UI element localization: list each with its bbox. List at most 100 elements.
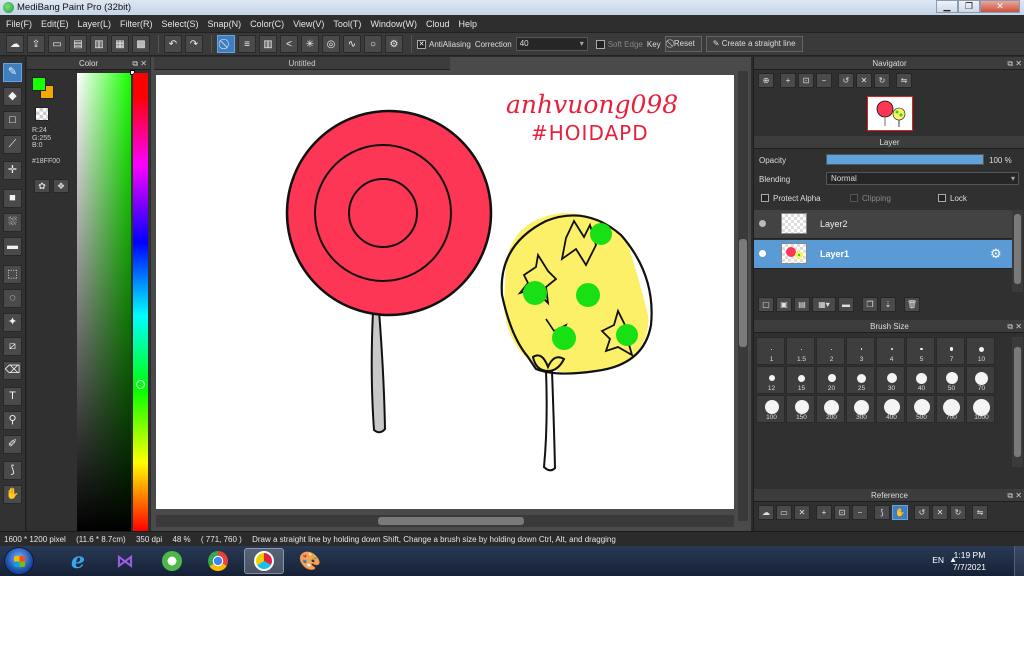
antialiasing-checkbox[interactable]: ✕ [417,39,426,49]
navigator-close-icon[interactable]: ⧉ ✕ [1007,57,1022,70]
lock-checkbox[interactable] [938,194,946,202]
brush-tool-icon[interactable]: ✎ [3,63,22,82]
brush-size-cell[interactable]: 20 [816,366,845,394]
line-brush-tool-icon[interactable]: ⟋ [3,135,22,154]
panel-close-icon[interactable]: ⧉ ✕ [132,57,147,70]
close-button[interactable]: ✕ [980,0,1020,13]
reference-open-icon[interactable]: ▭ [776,505,792,520]
brush-size-cell[interactable]: 700 [936,395,965,423]
reference-fit-icon[interactable]: ⊡ [834,505,850,520]
select-tool-icon[interactable]: ⬚ [3,265,22,284]
reference-close-image-icon[interactable]: ✕ [794,505,810,520]
vertical-scroll-thumb[interactable] [739,239,747,347]
start-button[interactable] [4,547,34,575]
brush-size-cell[interactable]: 70 [966,366,995,394]
foreground-color-swatch[interactable] [32,77,46,91]
move-tool-icon[interactable]: ✛ [3,161,22,180]
clipping-checkbox[interactable] [850,194,858,202]
brush-size-cell[interactable]: 300 [846,395,875,423]
internet-explorer-icon[interactable]: e [58,548,98,574]
brush-size-cell[interactable]: 1 [756,337,785,365]
maximize-button[interactable]: ❐ [958,0,980,13]
coccoc-browser-icon[interactable] [152,548,192,574]
protect-alpha-checkbox[interactable] [761,194,769,202]
minimize-button[interactable]: ▁ [936,0,958,13]
merge-down-icon[interactable]: ⇣ [880,297,896,312]
brush-size-cell[interactable]: 25 [846,366,875,394]
page-list-icon[interactable]: ▦ [111,35,129,53]
reference-zoom-out-icon[interactable]: − [852,505,868,520]
brush-size-cell[interactable]: 5 [906,337,935,365]
brush-size-scrollbar[interactable] [1012,337,1023,467]
palette-icon[interactable]: ✿ [34,179,50,193]
menu-view[interactable]: View(V) [291,19,331,29]
reference-rotate-reset-icon[interactable]: ✕ [932,505,948,520]
lasso-tool-icon[interactable]: ◌ [3,289,22,308]
brush-size-cell[interactable]: 40 [906,366,935,394]
soft-edge-checkbox[interactable] [595,39,605,49]
menu-tool[interactable]: Tool(T) [331,19,368,29]
menu-color[interactable]: Color(C) [248,19,291,29]
layer-row[interactable]: Layer2 [754,210,1012,239]
vanishing-point-icon[interactable]: < [280,35,298,53]
page-icon[interactable]: ▥ [90,35,108,53]
language-indicator[interactable]: EN [932,555,944,565]
brush-size-cell[interactable]: 50 [936,366,965,394]
new-halftone-layer-icon[interactable]: ▣ [776,297,792,312]
menu-layer[interactable]: Layer(L) [76,19,119,29]
medibang-taskbar-icon[interactable] [244,548,284,574]
bucket-tool-icon[interactable]: ⛆ [3,213,22,232]
circle-snap-icon[interactable]: ○ [364,35,382,53]
add-layer-menu-icon[interactable]: ▦▾ [812,297,836,312]
hand-tool-icon[interactable]: ✋ [3,485,22,504]
brush-size-cell[interactable]: 10 [966,337,995,365]
zoom-actual-icon[interactable]: ⊡ [798,73,814,88]
new-folder-icon[interactable]: ▬ [838,297,854,312]
rotate-reset-icon[interactable]: ✕ [856,73,872,88]
new-layer-icon[interactable]: ▢ [758,297,774,312]
brush-size-cell[interactable]: 12 [756,366,785,394]
radial-snap-icon[interactable]: ✳ [301,35,319,53]
curve-snap-icon[interactable]: ∿ [343,35,361,53]
dot-tool-icon[interactable]: □ [3,111,22,130]
brush-size-cell[interactable]: 200 [816,395,845,423]
brush-size-cell[interactable]: 2 [816,337,845,365]
zoom-out-icon[interactable]: − [816,73,832,88]
layer-scroll-thumb[interactable] [1014,214,1021,284]
magic-wand-tool-icon[interactable]: ✦ [3,313,22,332]
share-icon[interactable]: ⇪ [27,35,45,53]
system-clock[interactable]: 1:19 PM 7/7/2021 [953,549,986,573]
layer-settings-icon[interactable]: ⚙ [990,246,1002,262]
menu-snap[interactable]: Snap(N) [206,19,249,29]
flip-horizontal-icon[interactable]: ⇋ [896,73,912,88]
brush-size-cell[interactable]: 7 [936,337,965,365]
show-desktop-button[interactable] [1014,546,1024,576]
new-8bit-layer-icon[interactable]: ▤ [794,297,810,312]
undo-icon[interactable]: ↶ [164,35,182,53]
canvas-horizontal-scrollbar[interactable] [156,515,734,527]
navigator-preview[interactable] [867,96,913,131]
comment-icon[interactable]: ▭ [48,35,66,53]
document-tab[interactable]: Untitled [154,57,450,70]
brush-size-cell[interactable]: 4 [876,337,905,365]
paint-icon[interactable]: 🎨 [290,548,330,574]
brush-size-cell[interactable]: 150 [786,395,815,423]
menu-filter[interactable]: Filter(R) [118,19,160,29]
select-eraser-tool-icon[interactable]: ⌫ [3,361,22,380]
cross-snap-icon[interactable]: ▥ [259,35,277,53]
grid-icon[interactable]: ▩ [132,35,150,53]
eraser-tool-icon[interactable]: ◆ [3,87,22,106]
menu-file[interactable]: File(F) [4,19,39,29]
visibility-icon[interactable] [759,220,766,227]
layer-scrollbar[interactable] [1012,210,1023,292]
menu-select[interactable]: Select(S) [160,19,206,29]
eyedropper-tool-icon[interactable]: ⟆ [3,461,22,480]
reference-eyedropper-icon[interactable]: ⟆ [874,505,890,520]
reference-close-icon[interactable]: ⧉ ✕ [1007,489,1022,502]
canvas-vertical-scrollbar[interactable] [738,71,748,521]
menu-cloud[interactable]: Cloud [424,19,457,29]
select-pen-tool-icon[interactable]: ⧄ [3,337,22,356]
brush-size-cell[interactable]: 15 [786,366,815,394]
reference-rotate-right-icon[interactable]: ↻ [950,505,966,520]
divide-tool-icon[interactable]: ✐ [3,435,22,454]
